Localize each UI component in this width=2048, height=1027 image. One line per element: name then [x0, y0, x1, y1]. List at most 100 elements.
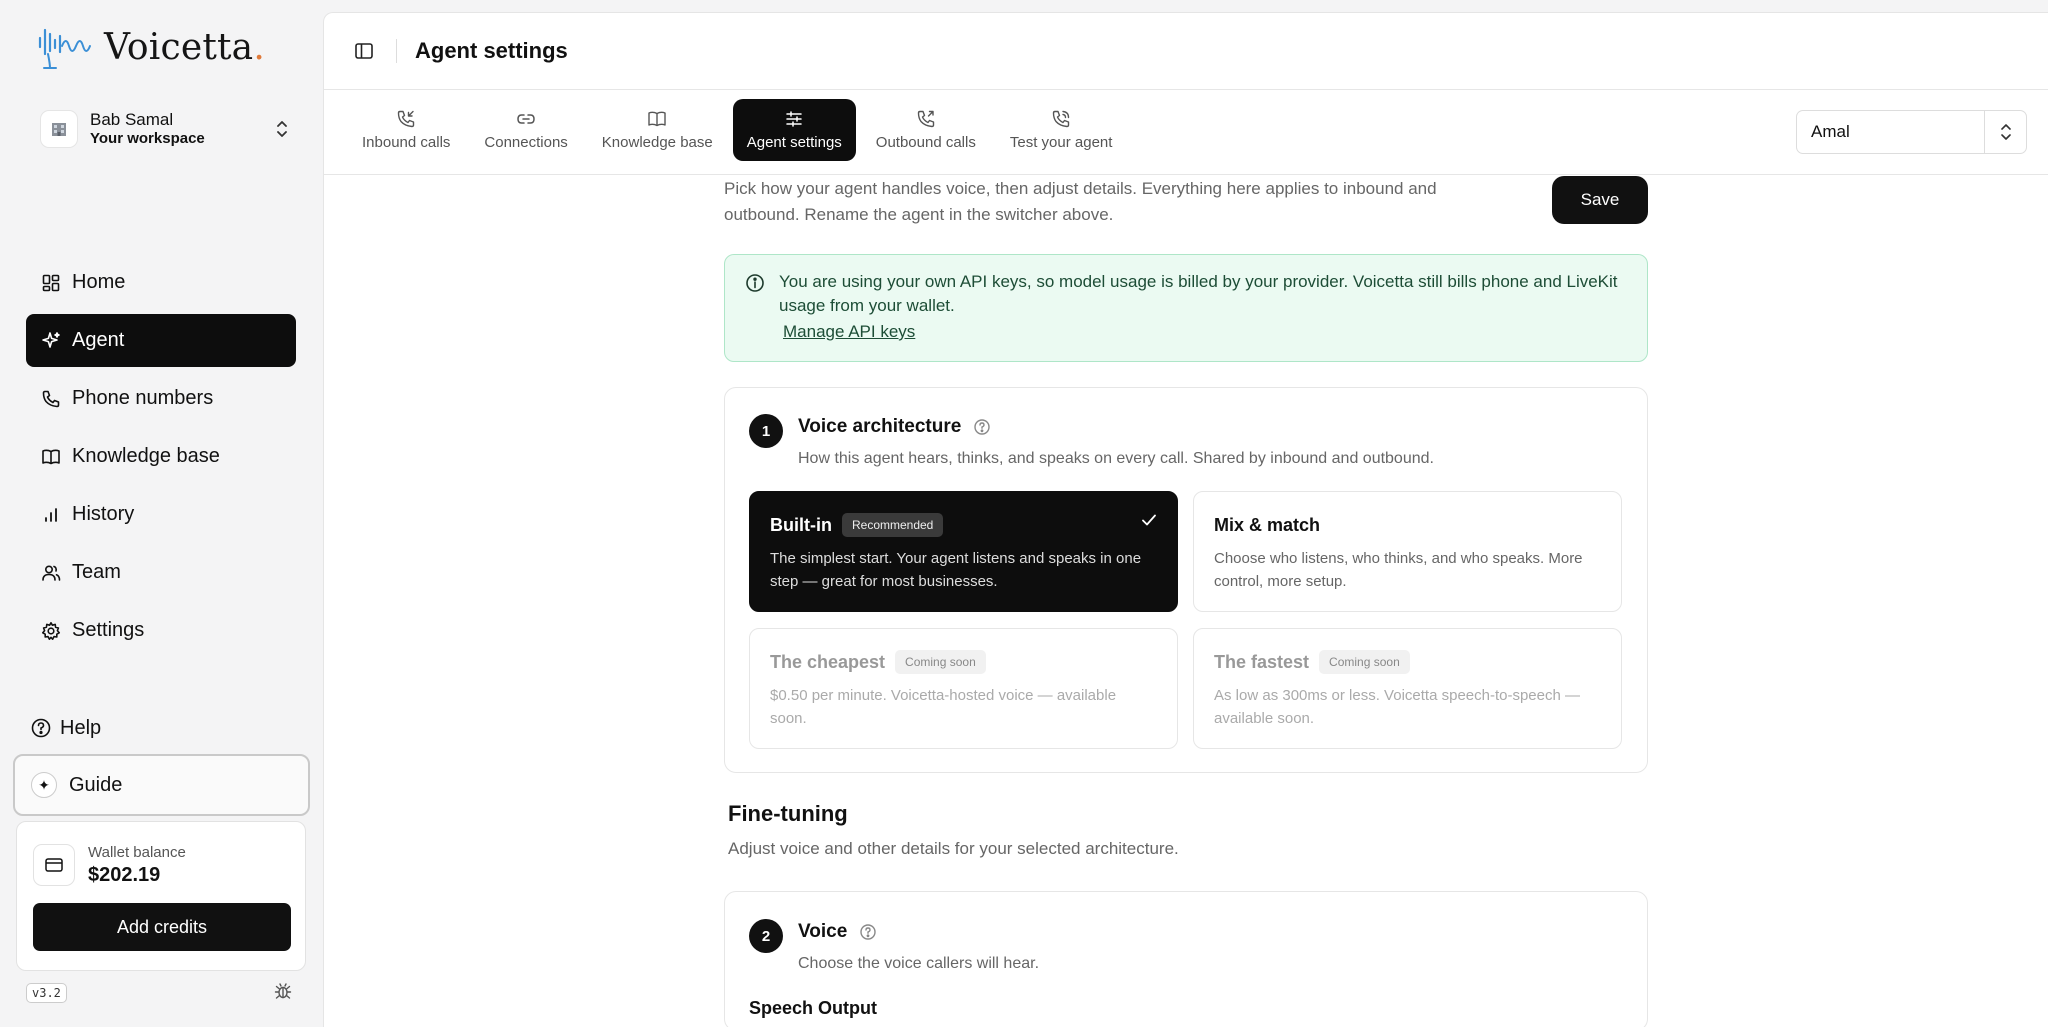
option-description: The simplest start. Your agent listens a…: [770, 550, 1142, 590]
building-icon: [40, 110, 78, 148]
sidebar-item-settings[interactable]: Settings: [26, 604, 296, 657]
section-subtitle: How this agent hears, thinks, and speaks…: [798, 450, 1434, 467]
tab-bar: Inbound calls Connections Knowledge base…: [324, 90, 2048, 175]
book-icon: [40, 446, 62, 468]
help-label: Help: [60, 716, 102, 739]
recommended-badge: Recommended: [841, 513, 944, 537]
phone-call-icon: [1052, 110, 1070, 128]
chevron-up-down-icon: [1984, 111, 2026, 153]
tab-inbound-calls[interactable]: Inbound calls: [348, 99, 464, 161]
sparkle-icon: [40, 330, 62, 352]
sidebar-item-label: Settings: [72, 619, 145, 641]
section-subtitle: Choose the voice callers will hear.: [798, 955, 1040, 972]
gear-icon: [40, 620, 62, 642]
tab-label: Connections: [484, 134, 568, 151]
brand-logo[interactable]: Voicetta.: [36, 24, 265, 70]
workspace-switcher[interactable]: Bab Samal Your workspace: [40, 106, 292, 152]
tab-label: Test your agent: [1009, 134, 1113, 151]
option-the-cheapest: The cheapest Coming soon $0.50 per minut…: [749, 628, 1178, 749]
sidebar-item-agent[interactable]: Agent: [26, 314, 296, 367]
version-badge: v3.2: [26, 983, 67, 1003]
sidebar-item-label: History: [72, 503, 135, 525]
option-description: $0.50 per minute. Voicetta-hosted voice …: [770, 687, 1117, 727]
add-credits-button[interactable]: Add credits: [33, 903, 291, 951]
sidebar: Voicetta. Bab Samal Your workspace Home …: [0, 0, 323, 1027]
step-number: 1: [749, 414, 783, 448]
tab-knowledge-base[interactable]: Knowledge base: [588, 99, 727, 161]
tab-label: Inbound calls: [362, 134, 451, 151]
question-circle-icon: [31, 718, 51, 738]
intro-text: Pick how your agent handles voice, then …: [724, 179, 1437, 224]
check-icon: [1142, 514, 1156, 526]
fine-tuning-title: Fine-tuning: [728, 801, 848, 826]
sidebar-item-label: Knowledge base: [72, 445, 220, 467]
option-built-in[interactable]: Built-in Recommended The simplest start.…: [749, 491, 1178, 612]
sidebar-item-label: Home: [72, 271, 126, 293]
guide-button[interactable]: ✦ Guide: [13, 754, 310, 816]
api-keys-notice: You are using your own API keys, so mode…: [724, 254, 1648, 362]
sidebar-item-label: Agent: [72, 329, 125, 351]
sidebar-item-knowledge-base[interactable]: Knowledge base: [26, 430, 296, 483]
option-title: The fastest: [1214, 651, 1310, 672]
voice-card: 2 Voice Choose the voice callers will he…: [724, 891, 1648, 1027]
main-panel: Agent settings Inbound calls Connections…: [323, 12, 2048, 1027]
phone-icon: [40, 388, 62, 410]
tab-label: Knowledge base: [601, 134, 713, 151]
sidebar-item-phone-numbers[interactable]: Phone numbers: [26, 372, 296, 425]
tab-outbound-calls[interactable]: Outbound calls: [862, 99, 990, 161]
sliders-icon: [786, 111, 802, 127]
sidebar-item-label: Team: [72, 561, 121, 583]
option-title: Mix & match: [1214, 514, 1321, 535]
manage-api-keys-link[interactable]: Manage API keys: [783, 322, 915, 342]
help-circle-icon[interactable]: [973, 418, 991, 436]
workspace-subtitle: Your workspace: [90, 130, 205, 147]
phone-incoming-icon: [398, 110, 415, 128]
credit-card-icon: [33, 844, 75, 886]
coming-soon-badge: Coming soon: [895, 650, 986, 674]
sidebar-item-team[interactable]: Team: [26, 546, 296, 599]
option-description: As low as 300ms or less. Voicetta speech…: [1214, 687, 1581, 727]
book-icon: [648, 111, 666, 127]
wallet-label: Wallet balance: [88, 844, 186, 861]
help-circle-icon[interactable]: [859, 923, 877, 941]
wallet-balance: $202.19: [88, 864, 161, 886]
brand-dot: .: [253, 26, 266, 68]
sidebar-item-history[interactable]: History: [26, 488, 296, 541]
users-icon: [40, 562, 62, 584]
speech-output-label: Speech Output: [749, 998, 878, 1018]
tab-label: Agent settings: [746, 134, 842, 151]
grid-icon: [40, 272, 62, 294]
save-button[interactable]: Save: [1552, 176, 1648, 224]
tab-test-your-agent[interactable]: Test your agent: [996, 99, 1127, 161]
bar-chart-icon: [40, 504, 62, 526]
help-link[interactable]: Help: [30, 712, 101, 744]
sidebar-toggle-icon[interactable]: [354, 41, 374, 61]
option-mix-and-match[interactable]: Mix & match Choose who listens, who thin…: [1193, 491, 1622, 612]
brand-name: Voicetta: [104, 26, 254, 68]
intro: Pick how your agent handles voice, then …: [724, 176, 1648, 246]
info-icon: [746, 274, 764, 292]
guide-label: Guide: [69, 773, 123, 796]
sidebar-nav: Home Agent Phone numbers Knowledge base …: [26, 256, 296, 662]
option-title: Built-in: [770, 514, 832, 535]
tab-label: Outbound calls: [875, 134, 976, 151]
agent-switcher[interactable]: Amal: [1796, 110, 2027, 154]
section-title: Voice: [798, 921, 848, 942]
option-title: The cheapest: [770, 651, 886, 672]
waveform-logo-icon: [38, 28, 91, 69]
bug-icon[interactable]: [274, 982, 292, 1000]
settings-content: Pick how your agent handles voice, then …: [724, 176, 1648, 1027]
voice-architecture-card: 1 Voice architecture How this agent hear…: [724, 387, 1648, 773]
agent-switcher-value: Amal: [1811, 122, 1850, 141]
top-bar: Agent settings: [324, 13, 2048, 90]
divider: [396, 39, 397, 63]
wallet-card: Wallet balance $202.19 Add credits: [16, 821, 306, 971]
chevron-up-down-icon: [277, 121, 287, 137]
page-title: Agent settings: [415, 38, 568, 63]
tab-agent-settings[interactable]: Agent settings: [732, 99, 856, 161]
phone-outgoing-icon: [917, 110, 935, 128]
sidebar-item-home[interactable]: Home: [26, 256, 296, 309]
option-description: Choose who listens, who thinks, and who …: [1214, 550, 1583, 590]
tab-connections[interactable]: Connections: [470, 99, 581, 161]
option-the-fastest: The fastest Coming soon As low as 300ms …: [1193, 628, 1622, 749]
